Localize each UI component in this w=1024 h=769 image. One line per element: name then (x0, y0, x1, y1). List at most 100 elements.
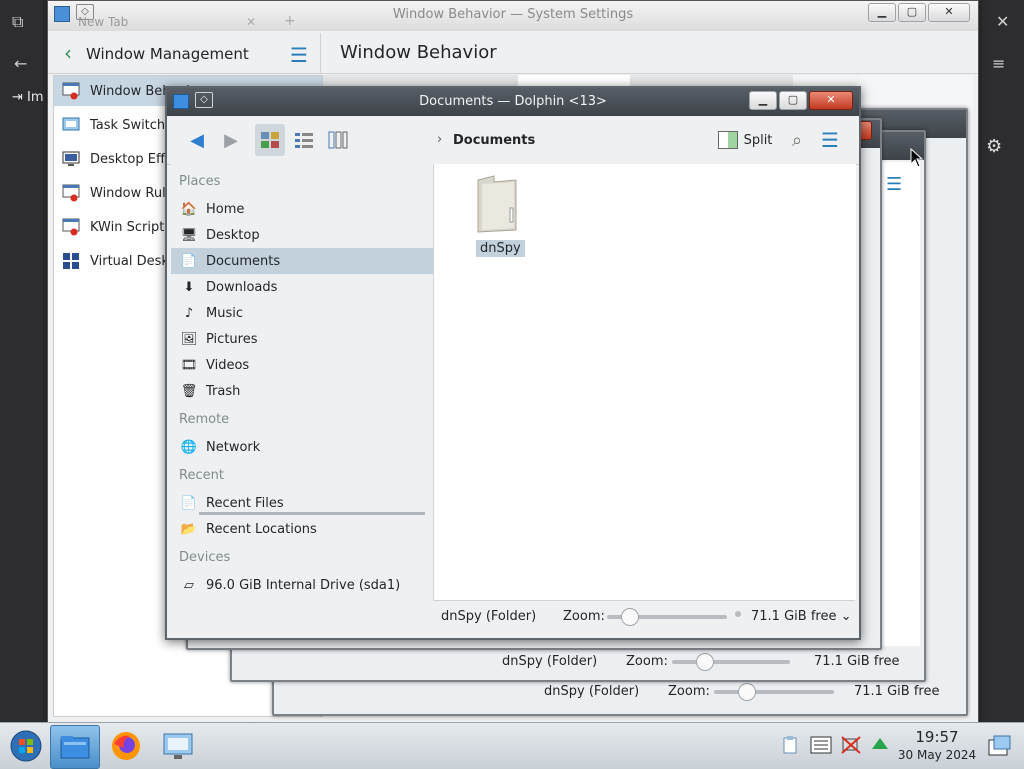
ghost-status-selection: dnSpy (Folder) (544, 684, 640, 699)
place-item-trash[interactable]: 🗑 Trash (171, 378, 433, 404)
close-button[interactable]: ✕ (809, 91, 853, 110)
desktop-effects-icon (61, 149, 81, 169)
breadcrumb[interactable]: Documents (453, 133, 535, 148)
browser-menu-icon[interactable]: ≡ (992, 54, 1005, 73)
zoom-label: Zoom: (563, 609, 605, 624)
ghost-zoom-knob[interactable] (696, 653, 714, 671)
place-item-home[interactable]: 🏠 Home (171, 196, 433, 222)
file-view: dnSpy (433, 164, 856, 600)
ghost-zoom-label: Zoom: (668, 684, 710, 699)
dolphin-window-buttons: ▁ ▢ ✕ (749, 91, 853, 110)
close-button[interactable]: ✕ (928, 3, 970, 22)
back-arrow-icon[interactable]: ← (14, 54, 27, 73)
firefox-task-button[interactable] (102, 725, 150, 767)
maximize-button[interactable]: ▢ (898, 3, 926, 22)
minimize-button[interactable]: ▁ (868, 3, 896, 22)
mouse-cursor-icon (910, 148, 924, 168)
place-item-documents[interactable]: 📄 Documents (171, 248, 433, 274)
settings-titlebar[interactable]: ◇ New Tab ✕ + Window Behavior — System S… (48, 1, 978, 31)
dolphin-titlebar[interactable]: ◇ Documents — Dolphin <13> ▁ ▢ ✕ (167, 88, 859, 116)
zoom-knob[interactable] (620, 608, 639, 626)
ghost-status-selection: dnSpy (Folder) (502, 654, 598, 669)
taskbar (0, 722, 1024, 769)
minimize-button[interactable]: ▁ (749, 91, 777, 110)
back-arrow-icon[interactable]: ‹ (64, 41, 72, 65)
header-divider (320, 33, 321, 73)
clipboard-icon[interactable] (782, 735, 798, 759)
place-item-label: Trash (206, 383, 241, 399)
settings-window-buttons: ▁ ▢ ✕ (868, 3, 970, 22)
ghost-zoom-slider[interactable] (672, 660, 790, 664)
zoom-max-dot (735, 611, 741, 617)
gear-icon[interactable]: ⚙ (986, 136, 1002, 157)
place-item-label: Music (206, 305, 243, 321)
videos-icon: 🎞 (180, 357, 198, 373)
place-item-label: Recent Files (206, 495, 284, 511)
tab-overview-icon[interactable]: ⧉ (12, 12, 23, 32)
place-item-network[interactable]: 🌐 Network (171, 434, 433, 460)
compact-view-icon[interactable] (289, 124, 319, 156)
forward-arrow-icon[interactable]: ▶ (217, 124, 245, 156)
place-item-label: Pictures (206, 331, 258, 347)
breadcrumb-chevron-icon: › (437, 132, 443, 147)
start-menu-button[interactable] (2, 725, 50, 767)
chevron-down-icon: ⌄ (836, 609, 852, 624)
start-menu-icon (10, 730, 42, 762)
ghost-free-space[interactable]: 71.1 GiB free (854, 684, 939, 699)
network-off-icon[interactable] (840, 735, 862, 759)
show-desktop-icon[interactable] (988, 735, 1012, 761)
back-arrow-icon[interactable]: ◀ (183, 124, 211, 156)
places-header-places: Places (179, 174, 221, 189)
clock-date[interactable]: 30 May 2024 (894, 748, 980, 762)
place-item-desktop[interactable]: 🖥 Desktop (171, 222, 433, 248)
ghost-free-space[interactable]: 71.1 GiB free (814, 654, 899, 669)
window-behavior-icon (61, 81, 81, 101)
places-header-remote: Remote (179, 412, 230, 427)
import-link[interactable]: ⇥ Im (12, 90, 44, 105)
desktop-icon: 🖥 (180, 227, 198, 243)
file-name-label[interactable]: dnSpy (476, 240, 525, 257)
hamburger-menu-icon[interactable]: ☰ (290, 43, 308, 67)
sidebar-item-label: KWin Scripts (90, 219, 172, 235)
places-header-devices: Devices (179, 550, 231, 565)
dolphin-task-icon (60, 736, 90, 759)
place-item-recent-locations[interactable]: 📂 Recent Locations (171, 516, 433, 542)
place-item-pictures[interactable]: 🖼 Pictures (171, 326, 433, 352)
drive-icon: ▱ (184, 577, 194, 593)
ghost-zoom-knob[interactable] (738, 683, 756, 701)
network-icon: 🌐 (180, 439, 198, 455)
place-item-label: 96.0 GiB Internal Drive (sda1) (206, 577, 401, 593)
maximize-button[interactable]: ▢ (779, 91, 807, 110)
firefox-task-icon (112, 732, 140, 760)
downloads-icon: ⬇ (183, 279, 195, 295)
task-switcher-icon (61, 115, 81, 135)
clock-time[interactable]: 19:57 (894, 728, 980, 746)
settings-window-title: Window Behavior — System Settings (392, 7, 634, 22)
update-arrow-icon[interactable] (870, 735, 890, 757)
ghost-zoom-slider[interactable] (714, 690, 834, 694)
split-button[interactable]: Split (717, 124, 773, 156)
notes-icon[interactable] (810, 735, 832, 759)
browser-close-icon[interactable]: ✕ (996, 12, 1009, 31)
place-item-96-0-gib-internal-drive-sda1[interactable]: ▱ 96.0 GiB Internal Drive (sda1) (171, 572, 433, 598)
system-settings-task-button[interactable] (154, 725, 202, 767)
place-item-label: Recent Locations (206, 521, 317, 537)
places-header-recent: Recent (179, 468, 224, 483)
details-view-icon[interactable] (323, 124, 353, 156)
hamburger-menu-icon[interactable]: ☰ (815, 124, 845, 156)
virtual-desktops-icon (61, 251, 81, 271)
dolphin-toolbar: ◀ ▶ › Documents Split ⌕ ☰ (167, 116, 859, 165)
trash-icon: 🗑 (180, 383, 198, 399)
split-label: Split (743, 132, 773, 148)
search-icon[interactable]: ⌕ (783, 124, 811, 156)
place-item-music[interactable]: ♪ Music (171, 300, 433, 326)
place-item-label: Downloads (206, 279, 278, 295)
dolphin-task-button[interactable] (50, 725, 100, 769)
icons-view-icon[interactable] (255, 124, 285, 156)
system-settings-task-icon (163, 733, 193, 759)
place-item-videos[interactable]: 🎞 Videos (171, 352, 433, 378)
free-space[interactable]: 71.1 GiB free ⌄ (751, 609, 851, 624)
kwin-scripts-icon (61, 217, 81, 237)
place-item-downloads[interactable]: ⬇ Downloads (171, 274, 433, 300)
folder-icon[interactable] (474, 174, 520, 234)
